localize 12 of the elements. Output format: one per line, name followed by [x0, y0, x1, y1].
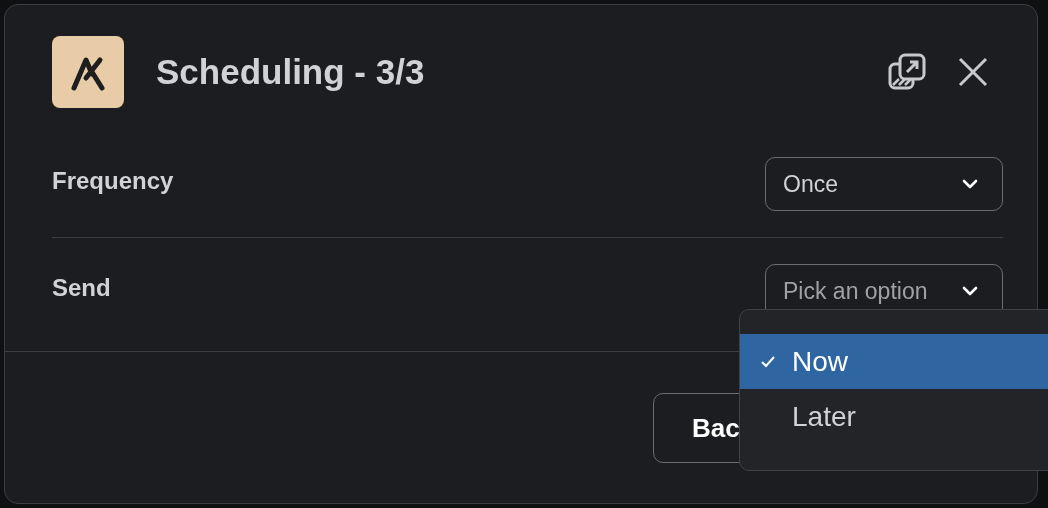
- popout-icon[interactable]: [888, 53, 926, 91]
- select-field[interactable]: Once: [765, 157, 1003, 211]
- dialog-title: Scheduling - 3/3: [156, 52, 425, 92]
- check-icon: [760, 354, 776, 369]
- chevron-down-icon: [962, 179, 978, 189]
- field-label: Frequency: [52, 167, 174, 195]
- field-label: Send: [52, 274, 111, 302]
- app-logo-icon: [52, 36, 124, 108]
- dropdown-option[interactable]: Now: [740, 334, 1048, 389]
- close-icon[interactable]: [958, 57, 988, 87]
- dropdown-option[interactable]: Later: [740, 389, 1048, 444]
- chevron-down-icon: [962, 286, 978, 296]
